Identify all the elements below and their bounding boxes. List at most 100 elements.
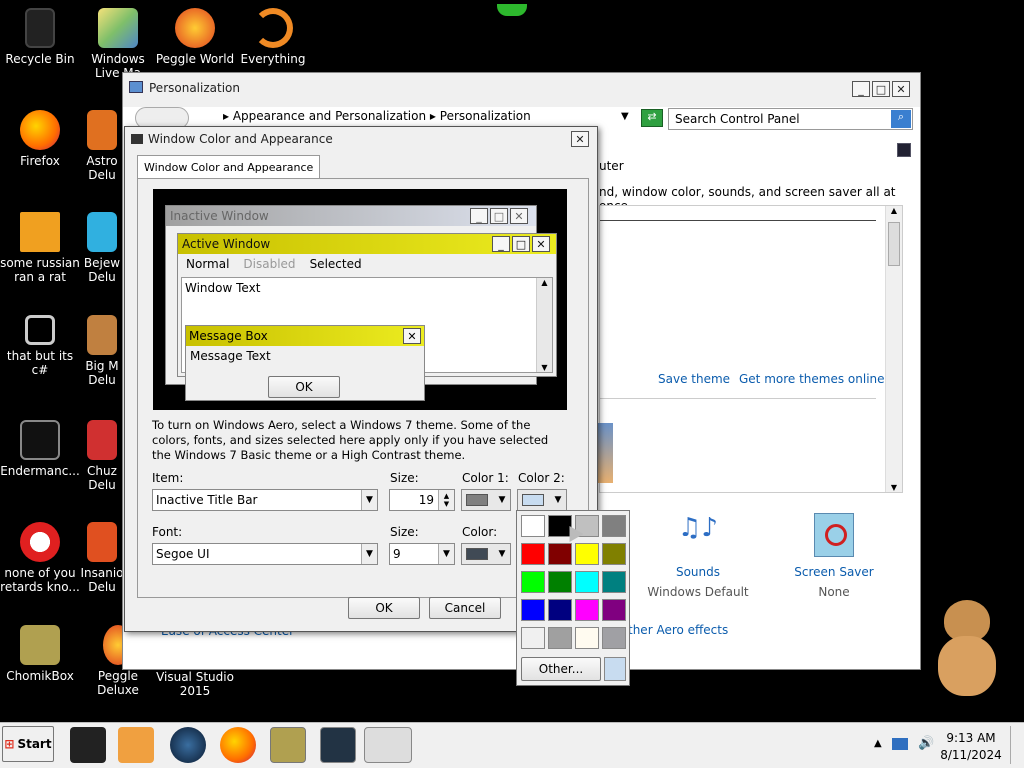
desktop-icon-russian-rat[interactable]: some russian ran a rat — [0, 212, 80, 284]
screensaver-label[interactable]: Screen Saver — [779, 565, 889, 579]
color-swatch[interactable] — [602, 627, 626, 649]
personalization-titlebar[interactable]: Personalization _ □ ✕ — [123, 73, 920, 107]
taskbar-personalization-icon[interactable] — [320, 727, 356, 763]
desktop-icon-csharp[interactable]: that but its c# — [0, 315, 80, 377]
color2-button[interactable]: ▼ — [517, 489, 567, 511]
font-select[interactable]: Segoe UI ▼ — [152, 543, 378, 565]
desktop-icon-firefox[interactable]: Firefox — [0, 110, 80, 168]
taskbar-firefox-icon[interactable] — [220, 727, 256, 763]
scroll-down-icon[interactable]: ▼ — [886, 483, 902, 492]
color-swatch[interactable] — [602, 515, 626, 537]
desktop-icon-everything[interactable]: Everything — [233, 8, 313, 66]
astro-icon — [87, 110, 117, 150]
clock-time[interactable]: 9:13 AM — [944, 731, 998, 745]
preview-message-box[interactable]: Message Box ✕ Message Text OK — [185, 325, 425, 401]
custom-color-swatch[interactable] — [604, 657, 626, 681]
maximize-button[interactable]: □ — [872, 81, 890, 97]
color-swatch[interactable] — [521, 543, 545, 565]
volume-icon[interactable]: 🔊 — [918, 736, 934, 751]
rat-icon — [20, 212, 60, 252]
aero-effects-link[interactable]: ther Aero effects — [628, 623, 728, 637]
dialog-titlebar[interactable]: Window Color and Appearance ✕ — [125, 127, 597, 151]
close-button[interactable]: ✕ — [892, 81, 910, 97]
desktop-icon-bejeweled[interactable]: Bejew Delu — [80, 212, 124, 284]
desktop-icon-insaniquarium[interactable]: Insanio Delu — [80, 522, 124, 594]
desktop-icon-windows-live[interactable]: Windows Live Ma — [78, 8, 158, 80]
ok-button[interactable]: OK — [348, 597, 420, 619]
color-picker-popup[interactable]: Other... — [516, 510, 630, 686]
minimize-button[interactable]: _ — [852, 81, 870, 97]
taskbar-chomikbox-icon[interactable] — [270, 727, 306, 763]
spin-arrows-icon[interactable]: ▲ ▼ — [438, 490, 454, 510]
themes-list[interactable]: Save theme Get more themes online ▲ ▼ — [599, 205, 903, 493]
chevron-down-icon[interactable]: ▼ — [361, 544, 377, 564]
screensaver-option[interactable]: Screen Saver None — [779, 513, 889, 599]
color-swatch[interactable] — [602, 571, 626, 593]
show-desktop-button[interactable] — [1010, 726, 1022, 764]
item-select[interactable]: Inactive Title Bar ▼ — [152, 489, 378, 511]
chevron-down-icon[interactable]: ▼ — [438, 544, 454, 564]
color-swatch[interactable] — [548, 543, 572, 565]
chevron-down-icon[interactable]: ▼ — [550, 490, 566, 510]
color-swatch[interactable] — [521, 515, 545, 537]
font-size-select[interactable]: 9 ▼ — [389, 543, 455, 565]
desktop-icon-peggle-world[interactable]: Peggle World — [155, 8, 235, 66]
breadcrumb-item[interactable]: Personalization — [440, 109, 531, 123]
sounds-label[interactable]: Sounds — [643, 565, 753, 579]
breadcrumb-item[interactable]: Appearance and Personalization — [233, 109, 426, 123]
desktop-icon-endermanch[interactable]: Endermanc... — [0, 420, 80, 478]
color-swatch[interactable] — [521, 627, 545, 649]
chevron-down-icon[interactable]: ▼ — [494, 544, 510, 564]
taskbar-media-player-icon[interactable] — [118, 727, 154, 763]
color-swatch[interactable] — [521, 599, 545, 621]
color-swatch[interactable] — [575, 543, 599, 565]
font-color-button[interactable]: ▼ — [461, 543, 511, 565]
color-swatch[interactable] — [575, 599, 599, 621]
address-dropdown-icon[interactable]: ▼ — [621, 111, 629, 122]
screensaver-icon — [814, 513, 854, 557]
search-input[interactable]: Search Control Panel — [668, 108, 913, 130]
show-hidden-icons[interactable]: ▲ — [874, 738, 882, 749]
chevron-down-icon[interactable]: ▼ — [361, 490, 377, 510]
search-icon[interactable]: ⌕ — [891, 110, 911, 128]
color-swatch[interactable] — [548, 571, 572, 593]
color-swatch[interactable] — [575, 571, 599, 593]
desktop-icon-chuzzle[interactable]: Chuz Delu — [80, 420, 124, 492]
endermanch-icon — [20, 420, 60, 460]
desktop-icon-big-money[interactable]: Big M Delu — [80, 315, 124, 387]
scroll-thumb[interactable] — [888, 222, 900, 266]
cancel-button[interactable]: Cancel — [429, 597, 501, 619]
color-swatch[interactable] — [548, 627, 572, 649]
network-icon[interactable] — [892, 738, 908, 750]
clock-date[interactable]: 8/11/2024 — [940, 748, 1002, 762]
desktop-icon-recycle-bin[interactable]: Recycle Bin — [0, 8, 80, 66]
sounds-option[interactable]: ♫♪ Sounds Windows Default — [643, 513, 753, 599]
desktop-icon-astro[interactable]: Astro Delu — [80, 110, 124, 182]
color-swatch[interactable] — [602, 543, 626, 565]
appearance-preview[interactable]: Inactive Window _ □ ✕ Active Window _ □ … — [153, 189, 567, 410]
color-swatch[interactable] — [521, 571, 545, 593]
color-swatch[interactable] — [548, 599, 572, 621]
desktop-icon-visual-studio[interactable]: Visual Studio 2015 — [155, 670, 235, 698]
color-swatch[interactable] — [575, 627, 599, 649]
taskbar-window-color-icon[interactable] — [364, 727, 412, 763]
start-button[interactable]: ⊞ Start — [2, 726, 54, 762]
desktop-icon-none-of-you[interactable]: none of you retards kno... — [0, 522, 80, 594]
get-more-themes-link[interactable]: Get more themes online — [739, 372, 885, 386]
chevron-down-icon[interactable]: ▼ — [494, 490, 510, 510]
refresh-icon[interactable]: ⇄ — [641, 109, 663, 127]
taskbar-globe-icon[interactable] — [170, 727, 206, 763]
color1-button[interactable]: ▼ — [461, 489, 511, 511]
dialog-tab[interactable]: Window Color and Appearance — [137, 155, 321, 179]
size-stepper[interactable]: 19 ▲ ▼ — [389, 489, 455, 511]
dialog-close-button[interactable]: ✕ — [571, 131, 589, 147]
save-theme-link[interactable]: Save theme — [658, 372, 730, 386]
scroll-up-icon[interactable]: ▲ — [886, 206, 902, 222]
desktop-icon-chomikbox[interactable]: ChomikBox — [0, 625, 80, 683]
color-swatch[interactable] — [602, 599, 626, 621]
screensaver-value: None — [818, 585, 850, 599]
taskbar-app-icon[interactable] — [70, 727, 106, 763]
other-color-button[interactable]: Other... — [521, 657, 601, 681]
themes-scrollbar[interactable]: ▲ ▼ — [885, 206, 902, 492]
help-icon[interactable] — [897, 143, 911, 157]
